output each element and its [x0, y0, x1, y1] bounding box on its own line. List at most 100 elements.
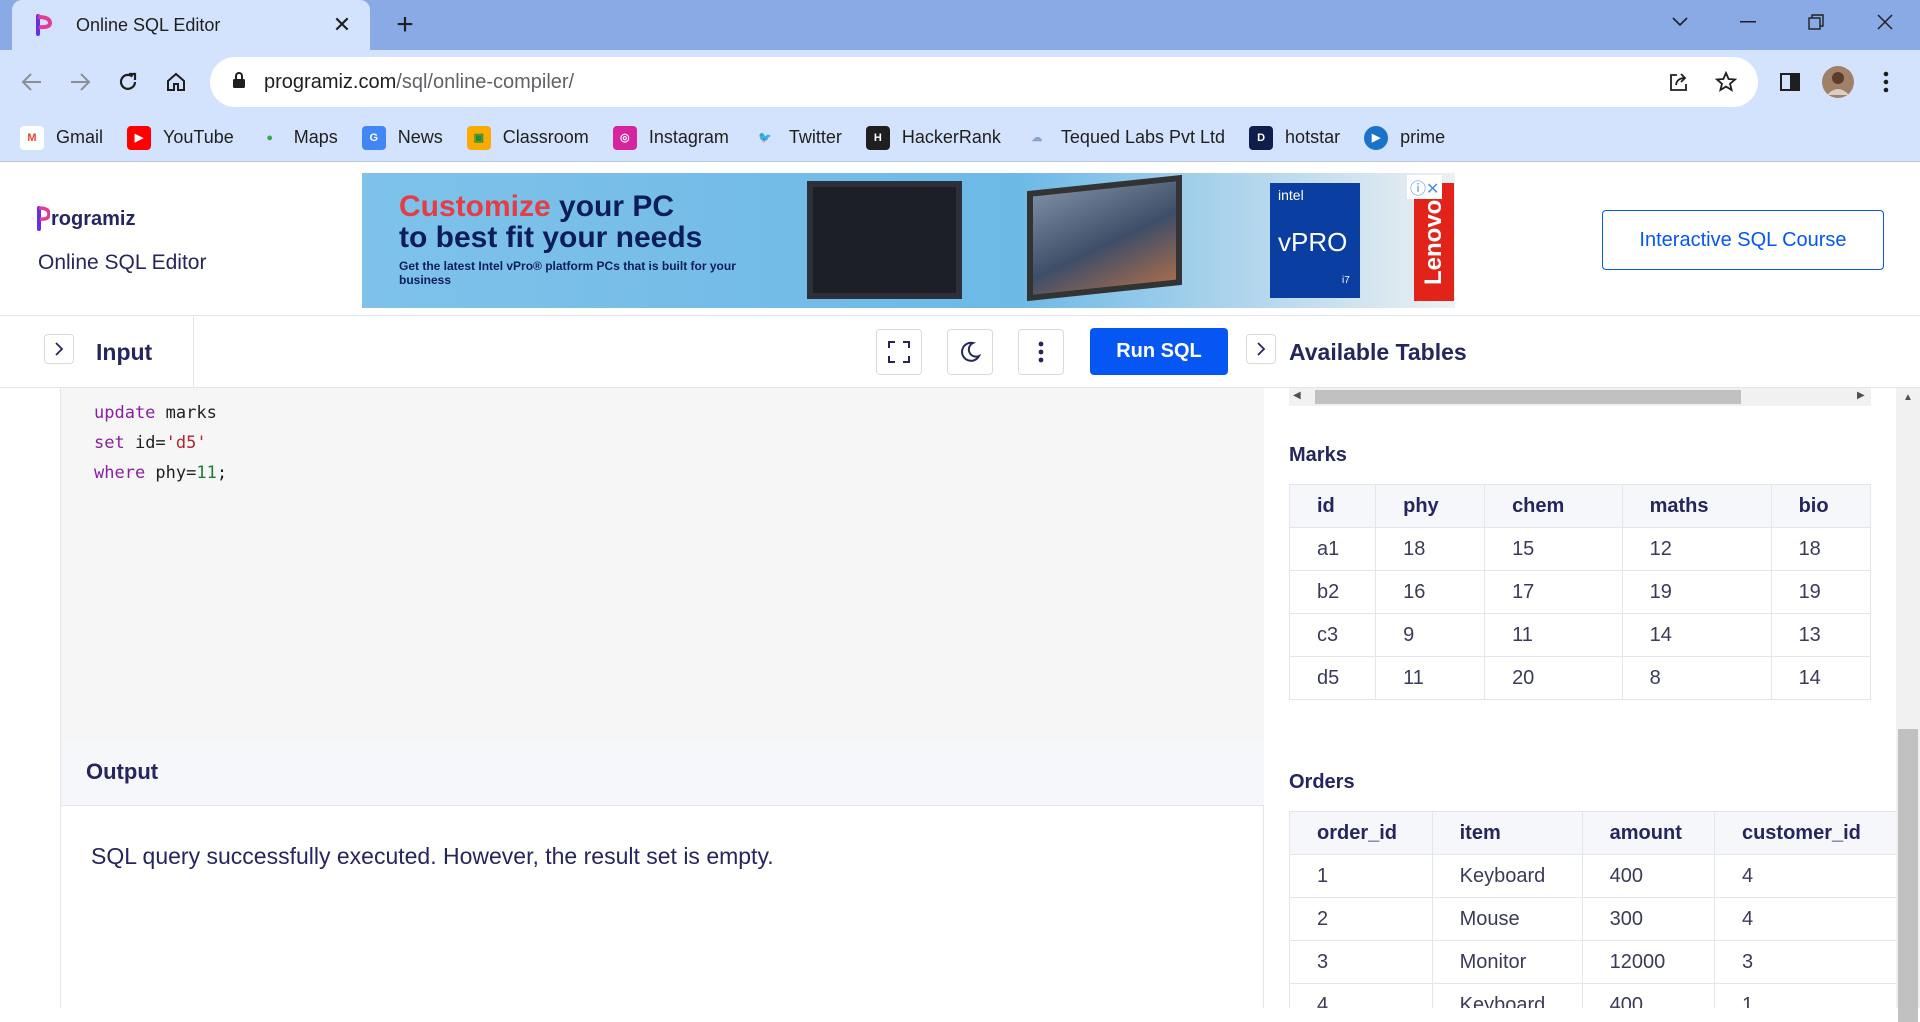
column-header: maths: [1621, 484, 1772, 528]
bookmark-label: Gmail: [56, 127, 104, 147]
bookmark-label: Instagram: [648, 127, 729, 147]
table-cell: 4: [1713, 897, 1900, 941]
ad-close-icon[interactable]: ⓘ✕: [1407, 175, 1443, 199]
column-header: phy: [1375, 484, 1486, 528]
orders-table: order_id item amount customer_id 1 Keyboard 40…: [1289, 811, 1900, 1008]
lock-icon[interactable]: [232, 71, 246, 94]
side-panel-icon[interactable]: [1772, 64, 1808, 100]
horizontal-scroll-thumb[interactable]: [1315, 390, 1741, 404]
ad-subtext: Get the latest Intel vPro® platform PCs …: [399, 259, 736, 287]
more-options-button[interactable]: [1018, 329, 1064, 375]
column-header: amount: [1581, 811, 1715, 855]
table-cell: 400: [1581, 983, 1715, 1008]
table-cell: 3: [1289, 940, 1433, 984]
code-token: update: [94, 403, 156, 423]
table-cell: a1: [1288, 527, 1377, 571]
vertical-scrollbar[interactable]: ▲: [1896, 388, 1920, 1022]
run-sql-button[interactable]: Run SQL: [1090, 328, 1228, 375]
table-row: 3 Monitor 12000 3: [1289, 940, 1900, 984]
advertisement-banner[interactable]: Customize your PC to best fit your needs …: [362, 173, 1455, 308]
profile-avatar[interactable]: [1820, 64, 1856, 100]
new-tab-button[interactable]: +: [388, 8, 422, 42]
scroll-right-icon[interactable]: ▶: [1857, 390, 1865, 401]
scroll-left-icon[interactable]: ◀: [1293, 390, 1301, 401]
table-cell: 2: [1289, 897, 1433, 941]
vertical-scroll-thumb[interactable]: [1898, 729, 1918, 1022]
table-cell: 18: [1770, 527, 1872, 571]
hackerrank-icon: H: [865, 125, 890, 150]
bookmark-gmail[interactable]: M Gmail: [20, 125, 104, 150]
bookmark-maps[interactable]: ● Maps: [258, 126, 337, 150]
tab-input[interactable]: Input: [78, 316, 194, 388]
bookmark-instagram[interactable]: ◎ Instagram: [612, 125, 729, 150]
minimize-icon[interactable]: [1718, 0, 1778, 44]
scroll-up-icon[interactable]: ▲: [1903, 392, 1913, 403]
code-line: update marks: [94, 398, 1264, 428]
table-row: d5 11 20 8 14: [1288, 656, 1872, 700]
bookmark-youtube[interactable]: ▶ YouTube: [127, 125, 234, 150]
code-line: set id='d5': [94, 428, 1264, 458]
dark-mode-button[interactable]: [947, 329, 993, 375]
bookmark-twitter[interactable]: 🐦 Twitter: [753, 126, 842, 150]
back-icon[interactable]: [14, 64, 50, 100]
bookmark-label: HackerRank: [901, 127, 1001, 147]
column-header: id: [1288, 484, 1377, 528]
table-cell: 19: [1621, 570, 1772, 614]
vertical-dots-icon: [1038, 341, 1044, 363]
code-token: where: [94, 463, 146, 483]
code-token: 11: [196, 463, 217, 483]
collapse-tables-button[interactable]: [1246, 334, 1276, 364]
browser-tab-active[interactable]: Online SQL Editor ✕: [12, 0, 370, 50]
expand-sidebar-button[interactable]: [44, 334, 74, 364]
column-header: chem: [1484, 484, 1623, 528]
table-header-row: id phy chem maths bio: [1288, 484, 1872, 528]
reload-icon[interactable]: [110, 64, 146, 100]
site-header: rogramiz Online SQL Editor Customize you…: [0, 163, 1920, 316]
interactive-sql-course-button[interactable]: Interactive SQL Course: [1602, 210, 1884, 270]
tab-title: Online SQL Editor: [76, 14, 221, 35]
bookmark-prime[interactable]: ▶ prime: [1364, 125, 1445, 150]
bookmark-news[interactable]: G News: [361, 125, 443, 150]
bookmark-star-icon[interactable]: [1713, 69, 1739, 95]
table-cell: 13: [1770, 613, 1872, 657]
table-cell: 4: [1289, 983, 1433, 1008]
lenovo-logo: Lenovo: [1414, 183, 1454, 301]
twitter-icon: 🐦: [758, 132, 772, 144]
output-message: SQL query successfully executed. However…: [91, 843, 774, 869]
programiz-favicon-icon: [32, 13, 56, 37]
bookmark-label: hotstar: [1285, 127, 1341, 147]
share-icon[interactable]: [1666, 69, 1692, 95]
gmail-icon: M: [20, 125, 44, 150]
bookmark-hotstar[interactable]: Dhotstar: [1249, 125, 1341, 150]
table-cell: 12000: [1581, 940, 1715, 984]
close-window-icon[interactable]: [1855, 0, 1915, 44]
address-bar[interactable]: programiz.com/sql/online-compiler/: [210, 57, 1758, 107]
table-cell: 14: [1770, 656, 1872, 700]
fullscreen-icon: [888, 341, 910, 363]
restore-icon[interactable]: [1786, 0, 1846, 44]
home-icon[interactable]: [158, 64, 194, 100]
programiz-logo[interactable]: rogramiz: [36, 205, 135, 231]
ad-laptop-image: [1027, 174, 1182, 302]
bookmark-classroom[interactable]: ▣ Classroom: [466, 125, 589, 150]
youtube-icon: ▶: [127, 125, 152, 150]
column-header: bio: [1770, 484, 1872, 528]
url-text[interactable]: programiz.com/sql/online-compiler/: [264, 71, 574, 94]
browser-menu-icon[interactable]: [1868, 64, 1904, 100]
horizontal-scrollbar[interactable]: ◀ ▶: [1289, 388, 1871, 406]
table-cell: 19: [1770, 570, 1872, 614]
hotstar-icon: D: [1249, 125, 1274, 150]
column-header: order_id: [1289, 811, 1433, 855]
bookmark-hackerrank[interactable]: H HackerRank: [865, 125, 1001, 150]
tab-search-icon[interactable]: [1650, 0, 1710, 44]
sql-code-editor[interactable]: update marks set id='d5' where phy=11;: [61, 388, 1264, 739]
fullscreen-button[interactable]: [876, 329, 922, 375]
bookmark-label: Classroom: [502, 127, 589, 147]
table-cell: 14: [1621, 613, 1772, 657]
table-row: 4 Keyboard 400 1: [1289, 983, 1900, 1008]
tab-close-icon[interactable]: ✕: [328, 12, 356, 38]
forward-icon[interactable]: [62, 64, 98, 100]
bookmarks-bar: M Gmail ▶ YouTube ● Maps G News ▣ Classroom ◎ Insta…: [0, 114, 1920, 162]
table-name-orders: Orders: [1289, 771, 1355, 793]
bookmark-tequed-labs-pvt-ltd[interactable]: ☁ Tequed Labs Pvt Ltd: [1025, 126, 1225, 150]
